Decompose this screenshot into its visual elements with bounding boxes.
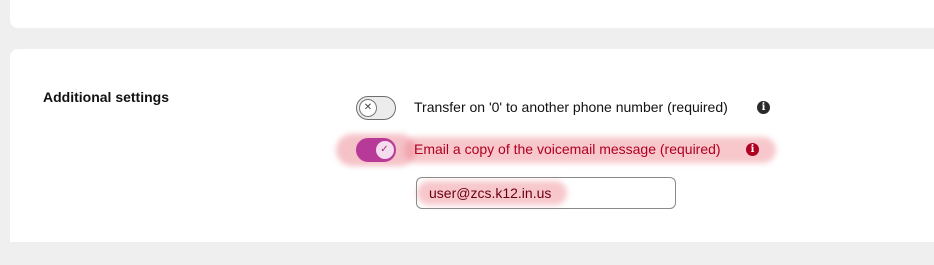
email-copy-label: Email a copy of the voicemail message (r…	[414, 141, 721, 157]
close-icon: ✕	[359, 98, 377, 117]
info-icon[interactable]: i	[746, 143, 759, 156]
transfer-toggle[interactable]: ✕	[356, 96, 396, 120]
previous-card	[10, 0, 934, 28]
email-copy-toggle[interactable]: ✓	[356, 138, 396, 162]
section-title: Additional settings	[43, 89, 169, 105]
transfer-label: Transfer on '0' to another phone number …	[414, 99, 728, 115]
email-field[interactable]	[416, 177, 676, 209]
check-icon: ✓	[375, 140, 394, 159]
info-icon[interactable]: i	[757, 101, 770, 114]
